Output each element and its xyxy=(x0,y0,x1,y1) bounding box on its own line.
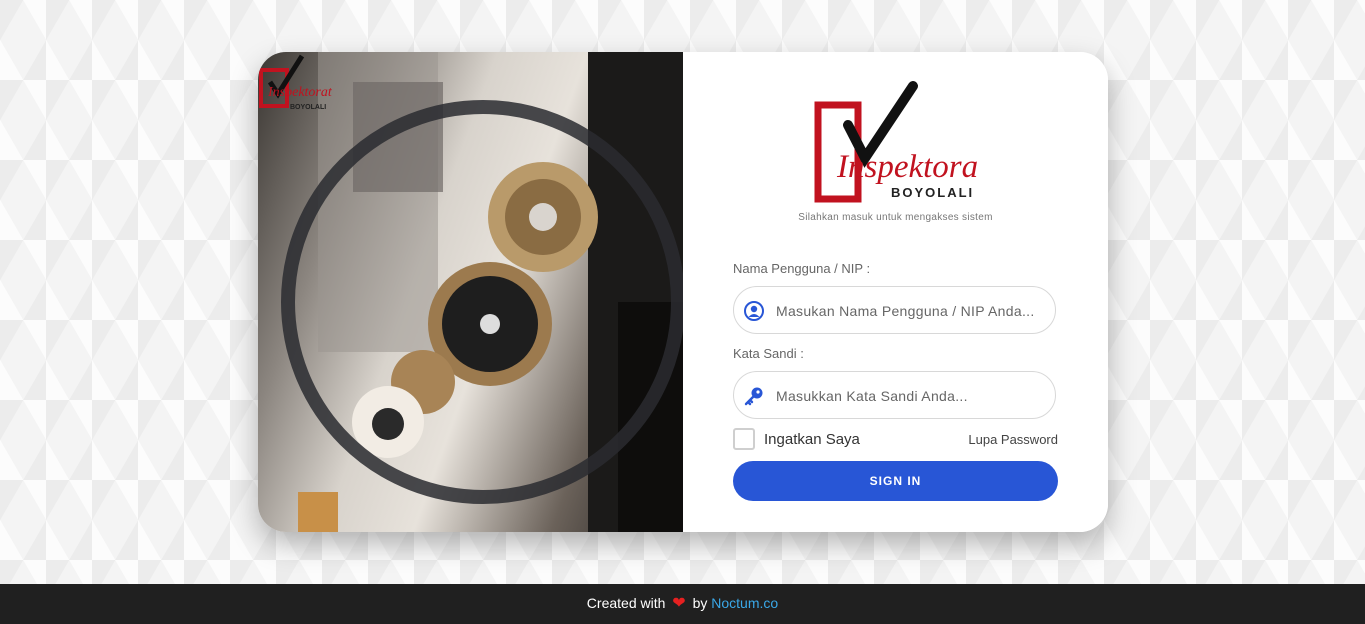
username-input[interactable] xyxy=(774,287,1048,335)
key-icon xyxy=(744,387,763,406)
password-label: Kata Sandi : xyxy=(733,346,804,361)
hero-photo: Inspektorat BOYOLALI xyxy=(258,52,683,532)
username-label: Nama Pengguna / NIP : xyxy=(733,261,871,276)
login-panel: Inspektorat BOYOLALI Silahkan masuk untu… xyxy=(683,52,1108,532)
svg-text:Inspektorat: Inspektorat xyxy=(836,149,978,185)
user-icon xyxy=(744,301,764,321)
forgot-password-link[interactable]: Lupa Password xyxy=(968,432,1058,447)
svg-text:Inspektorat: Inspektorat xyxy=(267,85,332,100)
inspektorat-logo-small: Inspektorat BOYOLALI xyxy=(259,54,332,111)
login-subtitle: Silahkan masuk untuk mengakses sistem xyxy=(798,212,993,223)
inspektorat-logo: Inspektorat BOYOLALI xyxy=(814,81,978,203)
password-input[interactable] xyxy=(774,372,1048,420)
svg-text:BOYOLALI: BOYOLALI xyxy=(290,104,326,111)
remember-checkbox[interactable] xyxy=(733,428,755,450)
footer-brand-link[interactable]: Noctum.co xyxy=(711,595,778,611)
password-field-wrapper xyxy=(733,371,1056,420)
login-card: Inspektorat BOYOLALI Inspektorat BOYOLAL… xyxy=(258,52,1108,532)
footer: Created with ❤ by Noctum.co xyxy=(0,584,1365,624)
heart-icon: ❤ xyxy=(672,595,686,612)
remember-label[interactable]: Ingatkan Saya xyxy=(764,431,860,448)
sign-in-button[interactable]: SIGN IN xyxy=(733,461,1058,501)
svg-text:BOYOLALI: BOYOLALI xyxy=(891,185,974,200)
gears-illustration xyxy=(281,52,683,532)
footer-by: by xyxy=(692,595,708,611)
username-field-wrapper xyxy=(733,286,1056,335)
footer-prefix: Created with xyxy=(586,595,666,611)
